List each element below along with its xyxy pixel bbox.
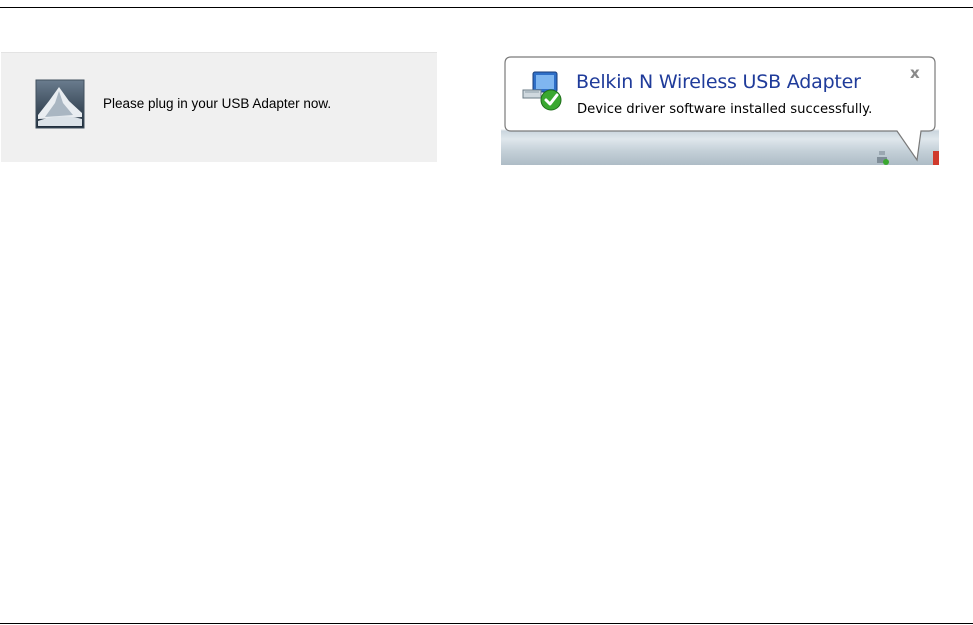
usb-prompt-panel: Please plug in your USB Adapter now. [1, 52, 437, 162]
notification-title: Belkin N Wireless USB Adapter [576, 71, 861, 93]
usb-prompt-message: Please plug in your USB Adapter now. [103, 96, 332, 111]
network-tray-icon[interactable] [875, 149, 889, 165]
bottom-rule [0, 623, 973, 624]
network-adapter-check-icon [522, 71, 562, 111]
notification-message: Device driver software installed success… [577, 102, 873, 117]
close-button[interactable]: x [910, 64, 920, 82]
tray-edge-icon [933, 151, 939, 165]
notification-area: Belkin N Wireless USB Adapter Device dri… [501, 51, 939, 165]
top-rule [0, 7, 973, 8]
installer-tent-icon [35, 79, 85, 129]
